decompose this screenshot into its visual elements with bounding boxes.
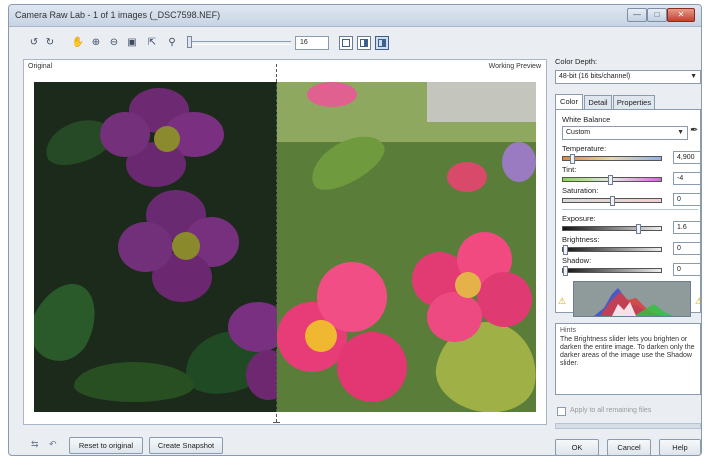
color-depth-value: 48-bit (16 bits/channel) (559, 73, 631, 80)
single-view-button[interactable] (339, 36, 353, 50)
split-horizontal-view-icon (378, 39, 386, 47)
chevron-down-icon: ▼ (677, 129, 684, 136)
zoom-in-icon[interactable]: ⊕ (89, 36, 103, 50)
working-image-half (277, 82, 536, 412)
exposure-input[interactable]: 1.6 (673, 221, 701, 234)
camera-raw-lab-window: Camera Raw Lab - 1 of 1 images (_DSC7598… (8, 4, 702, 456)
saturation-slider-thumb[interactable] (610, 196, 615, 206)
brightness-slider[interactable] (562, 245, 662, 255)
zoom-slider[interactable] (187, 41, 291, 45)
cancel-button[interactable]: Cancel (607, 439, 651, 455)
ok-button[interactable]: OK (555, 439, 599, 455)
toolbar: ↺ ↻ ✋ ⊕ ⊖ ▣ ⇱ ⚲ 16 (9, 29, 549, 57)
help-button[interactable]: Help (659, 439, 701, 455)
saturation-slider[interactable] (562, 196, 662, 206)
white-balance-value: Custom (566, 129, 591, 136)
shadow-clipping-warning-icon[interactable]: ⚠ (558, 297, 568, 306)
original-label: Original (28, 63, 53, 70)
original-image-half (34, 82, 291, 412)
window-title: Camera Raw Lab - 1 of 1 images (_DSC7598… (15, 10, 221, 20)
minimize-icon: — (633, 10, 641, 19)
create-snapshot-button[interactable]: Create Snapshot (149, 437, 223, 454)
split-view-button[interactable] (357, 36, 371, 50)
settings-panel: Color Depth: 48-bit (16 bits/channel) ▼ … (549, 29, 701, 455)
working-preview-label: Working Preview (488, 63, 541, 70)
tint-slider[interactable] (562, 175, 662, 185)
maximize-button[interactable]: □ (647, 8, 667, 22)
histogram-graph (574, 288, 674, 316)
single-view-icon (342, 39, 350, 47)
undo-icon[interactable]: ↶ (49, 439, 63, 453)
color-depth-select[interactable]: 48-bit (16 bits/channel) ▼ (555, 70, 701, 84)
magnifier-icon[interactable]: ⚲ (165, 36, 179, 50)
saturation-label: Saturation: (562, 186, 599, 195)
exposure-slider[interactable] (562, 224, 662, 234)
histogram (573, 281, 691, 317)
hand-icon[interactable]: ✋ (71, 36, 85, 50)
exposure-slider-thumb[interactable] (636, 224, 641, 234)
rotate-right-icon[interactable]: ↻ (43, 36, 57, 50)
highlight-clipping-warning-icon[interactable]: ⚠ (695, 297, 701, 306)
shadow-label: Shadow: (562, 256, 592, 265)
color-depth-label: Color Depth: (555, 57, 598, 66)
compare-icon[interactable]: ⇆ (31, 439, 45, 453)
panel-scrollbar[interactable] (555, 423, 701, 429)
actual-size-icon[interactable]: ⇱ (145, 36, 159, 50)
temperature-slider-thumb[interactable] (570, 154, 575, 164)
temperature-input[interactable]: 4,900 (673, 151, 701, 164)
tab-color[interactable]: Color (555, 94, 583, 110)
minimize-button[interactable]: — (627, 8, 647, 22)
tint-slider-thumb[interactable] (608, 175, 613, 185)
zoom-out-icon[interactable]: ⊖ (107, 36, 121, 50)
brightness-slider-thumb[interactable] (563, 245, 568, 255)
preview-pane: Original Working Preview (23, 59, 547, 425)
rotate-left-icon[interactable]: ↺ (27, 36, 41, 50)
split-divider[interactable] (276, 64, 277, 422)
shadow-slider-thumb[interactable] (563, 266, 568, 276)
tint-label: Tint: (562, 165, 577, 174)
apply-to-all-checkbox[interactable] (557, 407, 566, 416)
brightness-label: Brightness: (562, 235, 600, 244)
tab-properties[interactable]: Properties (613, 95, 655, 110)
title-bar: Camera Raw Lab - 1 of 1 images (_DSC7598… (9, 5, 701, 27)
hints-box: Hints The Brightness slider lets you bri… (555, 323, 701, 395)
white-balance-select[interactable]: Custom ▼ (562, 126, 688, 140)
shadow-input[interactable]: 0 (673, 263, 701, 276)
zoom-input[interactable]: 16 (295, 36, 329, 50)
hints-title: Hints (560, 327, 576, 334)
chevron-down-icon: ▼ (690, 73, 697, 80)
split-divider-handle[interactable] (273, 422, 280, 427)
apply-to-all-label[interactable]: Apply to all remaining files (570, 407, 651, 414)
hints-text: The Brightness slider lets you brighten … (560, 336, 695, 367)
white-balance-label: White Balance (562, 115, 611, 124)
shadow-slider[interactable] (562, 266, 662, 276)
maximize-icon: □ (654, 10, 660, 19)
tint-input[interactable]: -4 (673, 172, 701, 185)
split-view-icon (360, 39, 368, 47)
exposure-label: Exposure: (562, 214, 596, 223)
saturation-input[interactable]: 0 (673, 193, 701, 206)
reset-to-original-button[interactable]: Reset to original (69, 437, 143, 454)
tab-detail[interactable]: Detail (584, 95, 612, 110)
zoom-slider-thumb[interactable] (187, 36, 192, 48)
close-button[interactable]: ✕ (667, 8, 695, 22)
temperature-label: Temperature: (562, 144, 607, 153)
preview-image[interactable] (34, 82, 536, 412)
fit-to-window-icon[interactable]: ▣ (125, 36, 139, 50)
temperature-slider[interactable] (562, 154, 662, 164)
eyedropper-icon[interactable]: ✒ (690, 125, 698, 136)
divider (562, 209, 698, 210)
close-icon: ✕ (677, 10, 685, 19)
brightness-input[interactable]: 0 (673, 242, 701, 255)
split-horizontal-view-button[interactable] (375, 36, 389, 50)
